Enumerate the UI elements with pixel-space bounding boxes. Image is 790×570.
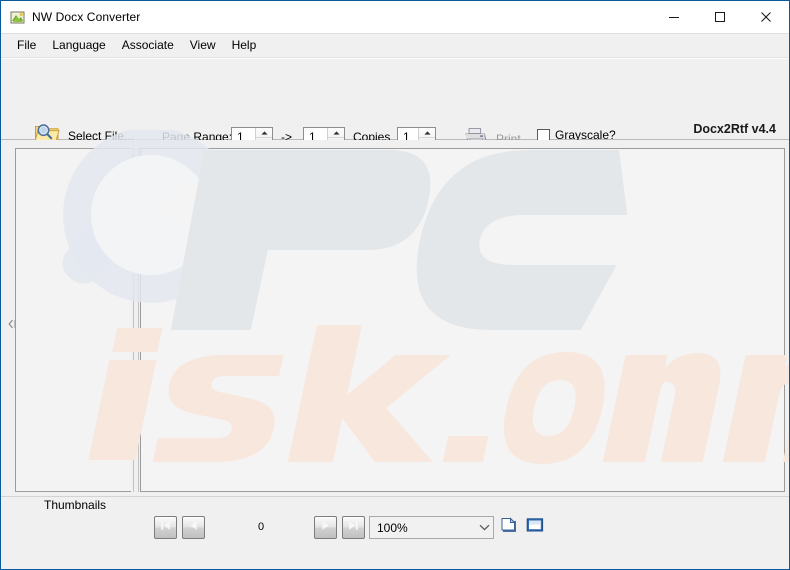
menu-item-associate[interactable]: Associate — [114, 36, 182, 55]
application-window: NW Docx Converter File Language Associat… — [0, 0, 790, 570]
window-title: NW Docx Converter — [32, 10, 141, 24]
document-preview-pane[interactable] — [140, 148, 785, 492]
splitter-grip-icon — [133, 148, 139, 492]
last-page-button[interactable] — [342, 516, 365, 539]
thumbnails-pane[interactable] — [15, 148, 139, 492]
footer-bar: Thumbnails 0 100% — [1, 496, 789, 559]
next-page-button[interactable] — [314, 516, 337, 539]
prev-page-icon — [187, 519, 200, 537]
pane-splitter[interactable] — [131, 148, 140, 492]
spin-up-icon[interactable] — [419, 128, 435, 138]
page-view-button[interactable] — [499, 516, 518, 539]
page-view-icon — [500, 516, 518, 539]
next-page-icon — [319, 519, 332, 537]
window-controls — [651, 1, 789, 33]
splitter-collapse-handle[interactable] — [7, 318, 16, 330]
first-page-button[interactable] — [154, 516, 177, 539]
menu-bar: File Language Associate View Help — [1, 34, 789, 58]
zoom-level-value: 100% — [377, 520, 408, 535]
zoom-level-select[interactable]: 100% — [369, 516, 494, 539]
maximize-button[interactable] — [697, 1, 743, 33]
window-view-button[interactable] — [525, 518, 544, 537]
previous-page-button[interactable] — [182, 516, 205, 539]
menu-item-help[interactable]: Help — [224, 36, 265, 55]
brand-name: Docx2Rtf v4.4 — [693, 122, 776, 136]
spin-up-icon[interactable] — [256, 128, 272, 138]
first-page-icon — [159, 519, 172, 537]
spin-up-icon[interactable] — [328, 128, 344, 138]
last-page-icon — [347, 519, 360, 537]
thumbnails-caption: Thumbnails — [44, 498, 107, 512]
content-area — [1, 140, 789, 496]
app-icon — [10, 9, 26, 25]
page-counter: 0 — [257, 521, 265, 533]
minimize-button[interactable] — [651, 1, 697, 33]
menu-item-language[interactable]: Language — [44, 36, 113, 55]
toolbar: Select File... HTML Import Scaling 100% … — [1, 58, 789, 191]
chevron-down-icon — [476, 524, 493, 531]
window-view-icon — [526, 517, 544, 538]
close-button[interactable] — [743, 1, 789, 33]
title-bar: NW Docx Converter — [1, 0, 789, 34]
menu-item-file[interactable]: File — [9, 36, 44, 55]
menu-item-view[interactable]: View — [182, 36, 224, 55]
